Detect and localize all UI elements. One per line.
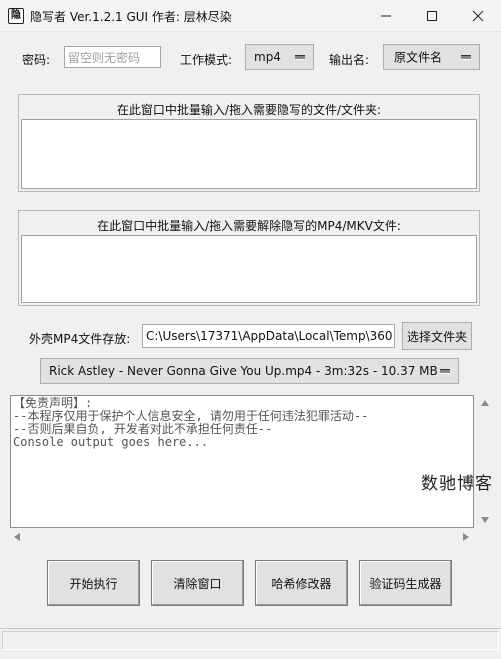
scroll-down-icon[interactable] <box>480 516 490 524</box>
window-title: 隐写者 Ver.1.2.1 GUI 作者: 层林尽染 <box>30 10 232 24</box>
scroll-right-icon[interactable] <box>462 533 470 541</box>
hide-files-label: 在此窗口中批量输入/拖入需要隐写的文件/文件夹: <box>116 103 382 117</box>
reveal-files-label: 在此窗口中批量输入/拖入需要解除隐写的MP4/MKV文件: <box>97 219 401 233</box>
captcha-generator-button[interactable]: 验证码生成器 <box>359 560 452 606</box>
watermark-text: 数驰博客 <box>421 474 493 494</box>
cover-folder-path[interactable]: C:\Users\17371\AppData\Local\Temp\360 <box>142 324 395 348</box>
start-button[interactable]: 开始执行 <box>47 560 140 606</box>
console-line: Console output goes here... <box>13 435 209 449</box>
maximize-button[interactable] <box>409 0 455 32</box>
console-vertical-scrollbar[interactable] <box>476 395 494 528</box>
minimize-icon <box>381 15 391 17</box>
mode-select-value: mp4 <box>254 50 281 64</box>
status-bar <box>0 628 501 650</box>
hide-files-dropzone[interactable]: 在此窗口中批量输入/拖入需要隐写的文件/文件夹: <box>18 94 480 192</box>
hide-files-input[interactable] <box>21 119 477 189</box>
maximize-icon <box>427 11 437 21</box>
status-bar-panel <box>2 631 499 650</box>
dropdown-indicator-icon <box>295 55 305 60</box>
mode-select[interactable]: mp4 <box>245 44 314 70</box>
close-button[interactable] <box>455 0 501 32</box>
close-icon <box>472 10 484 22</box>
reveal-files-input[interactable] <box>21 235 477 303</box>
password-placeholder: 留空则无密码 <box>68 50 141 65</box>
cover-folder-path-value: C:\Users\17371\AppData\Local\Temp\360 <box>146 329 393 343</box>
dropdown-indicator-icon <box>461 55 471 60</box>
output-name-value: 原文件名 <box>394 50 443 65</box>
scroll-up-icon[interactable] <box>480 399 490 407</box>
password-input[interactable]: 留空则无密码 <box>64 46 161 68</box>
mode-label: 工作模式: <box>180 53 233 67</box>
cover-file-value: Rick Astley - Never Gonna Give You Up.mp… <box>49 364 438 378</box>
clear-window-button[interactable]: 清除窗口 <box>151 560 244 606</box>
console-horizontal-scrollbar[interactable] <box>10 529 476 545</box>
reveal-files-dropzone[interactable]: 在此窗口中批量输入/拖入需要解除隐写的MP4/MKV文件: <box>18 210 480 306</box>
choose-folder-button[interactable]: 选择文件夹 <box>402 322 472 350</box>
hash-modifier-button[interactable]: 哈希修改器 <box>255 560 348 606</box>
title-bar[interactable]: 隐 隐写者 Ver.1.2.1 GUI 作者: 层林尽染 <box>0 0 501 32</box>
password-label: 密码: <box>22 53 51 67</box>
output-label: 输出名: <box>329 53 370 67</box>
scroll-left-icon[interactable] <box>13 533 21 541</box>
dropdown-indicator-icon <box>440 369 450 374</box>
minimize-button[interactable] <box>363 0 409 32</box>
app-icon: 隐 <box>8 8 24 24</box>
output-name-select[interactable]: 原文件名 <box>383 44 480 70</box>
cover-file-select[interactable]: Rick Astley - Never Gonna Give You Up.mp… <box>40 358 459 384</box>
console-output[interactable]: 【免责声明】: --本程序仅用于保护个人信息安全, 请勿用于任何违法犯罪活动--… <box>10 395 474 528</box>
cover-folder-label: 外壳MP4文件存放: <box>29 332 131 346</box>
